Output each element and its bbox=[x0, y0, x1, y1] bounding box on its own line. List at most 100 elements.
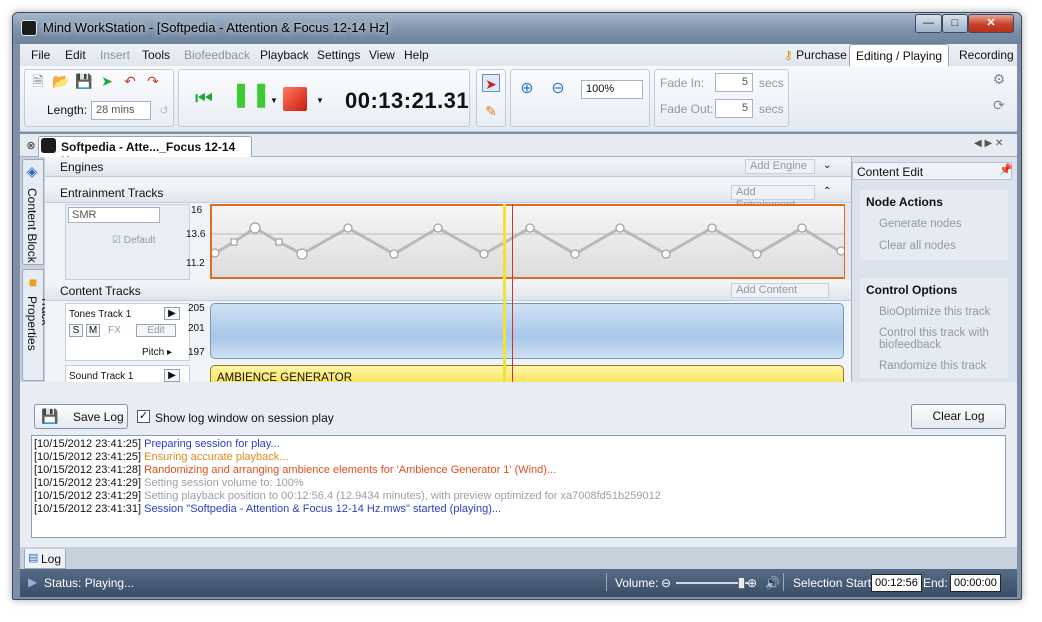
engines-title: Engines bbox=[60, 160, 104, 174]
sound-track-menu-button[interactable]: ▶ bbox=[164, 369, 180, 382]
go-icon[interactable]: ➤ bbox=[98, 72, 116, 90]
length-reset-icon[interactable]: ↺ bbox=[155, 102, 173, 120]
pause-dropdown-icon[interactable]: ▼ bbox=[265, 92, 283, 110]
log-timestamp: [10/15/2012 23:41:25] bbox=[34, 451, 145, 463]
track-editor: Engines Add Engine ⌄ Entrainment Tracks … bbox=[45, 157, 851, 382]
content-tracks-header: Content Tracks Add Content bbox=[45, 281, 851, 301]
tones-track-block[interactable] bbox=[210, 303, 844, 359]
skip-start-icon[interactable]: ⏮ bbox=[195, 89, 213, 109]
log-message: Preparing session for play... bbox=[144, 438, 280, 450]
entrainment-node-graph[interactable] bbox=[210, 204, 846, 279]
open-folder-icon[interactable]: 📂 bbox=[52, 72, 70, 90]
close-button[interactable]: ✕ bbox=[968, 14, 1014, 33]
bio-optimize-button[interactable]: BioOptimize this track bbox=[879, 306, 990, 318]
save-log-button[interactable]: 💾 Save Log bbox=[34, 404, 128, 429]
clear-log-button[interactable]: Clear Log bbox=[911, 404, 1006, 429]
tab-content-block[interactable]: ◈ Content Block bbox=[22, 159, 44, 265]
tab-scroll-arrows[interactable]: ◀ ▶ ✕ bbox=[974, 138, 1003, 149]
status-divider bbox=[606, 573, 607, 591]
tab-track-properties[interactable]: ■ Track Properties bbox=[22, 269, 53, 381]
zoom-select[interactable]: 100% bbox=[581, 80, 643, 99]
clear-all-nodes-button[interactable]: Clear all nodes bbox=[879, 240, 956, 252]
log-output[interactable]: [10/15/2012 23:41:25] Preparing session … bbox=[31, 435, 1006, 538]
smr-name-input[interactable]: SMR bbox=[68, 207, 160, 223]
fade-out-input[interactable]: 5 bbox=[715, 99, 753, 118]
stop-dropdown-icon[interactable]: ▼ bbox=[311, 92, 329, 110]
redo-icon[interactable]: ↷ bbox=[144, 72, 162, 90]
length-select[interactable]: 28 mins bbox=[91, 101, 151, 120]
add-entrainment-button[interactable]: Add Entrainment bbox=[731, 185, 815, 211]
log-line: [10/15/2012 23:41:29] Setting session vo… bbox=[34, 477, 1003, 490]
add-content-button[interactable]: Add Content bbox=[731, 283, 829, 298]
purchase-link[interactable]: ⚷ Purchase bbox=[778, 44, 853, 66]
tones-edit-button[interactable]: Edit bbox=[136, 324, 176, 337]
volume-slider-thumb[interactable] bbox=[738, 577, 745, 589]
speaker-icon[interactable]: 🔊 bbox=[765, 576, 780, 590]
menu-biofeedback[interactable]: Biofeedback bbox=[184, 48, 250, 62]
brush-tool-icon[interactable]: ✎ bbox=[482, 102, 500, 120]
save-icon[interactable]: 💾 bbox=[75, 72, 93, 90]
new-file-icon[interactable]: 🗎 bbox=[29, 72, 47, 90]
zoom-out-icon[interactable]: ⊖ bbox=[549, 80, 567, 98]
menu-playback[interactable]: Playback bbox=[260, 48, 309, 62]
file-group: 🗎 📂 💾 ➤ ↶ ↷ Length: 28 mins ↺ bbox=[24, 69, 174, 127]
log-message: Setting playback position to 00:12:56.4 … bbox=[144, 490, 661, 502]
zoom-group: ⊕ ⊖ 100% bbox=[510, 69, 650, 127]
content-tracks-title: Content Tracks bbox=[60, 284, 141, 298]
tones-track-header: Tones Track 1 ▶ S M FX Edit Pitch ▸ bbox=[65, 303, 190, 361]
maximize-button[interactable]: □ bbox=[942, 14, 968, 33]
engines-collapse-icon[interactable]: ⌄ bbox=[823, 160, 831, 171]
refresh-icon[interactable]: ⟳ bbox=[990, 96, 1008, 114]
node-actions-title: Node Actions bbox=[866, 195, 943, 209]
log-timestamp: [10/15/2012 23:41:28] bbox=[34, 464, 145, 476]
tones-fx-button[interactable]: FX bbox=[108, 325, 121, 336]
entrainment-collapse-icon[interactable]: ⌃ bbox=[823, 186, 831, 197]
menu-insert[interactable]: Insert bbox=[100, 48, 130, 62]
pitch-label[interactable]: Pitch ▸ bbox=[142, 347, 172, 358]
tab-log[interactable]: ▤ Log bbox=[24, 549, 66, 569]
menu-view[interactable]: View bbox=[369, 48, 395, 62]
fade-in-input[interactable]: 5 bbox=[715, 73, 753, 92]
zoom-in-icon[interactable]: ⊕ bbox=[518, 80, 536, 98]
ambience-generator-block[interactable]: AMBIENCE GENERATOR bbox=[210, 365, 844, 382]
menu-help[interactable]: Help bbox=[404, 48, 429, 62]
tones-mute-button[interactable]: M bbox=[86, 324, 100, 337]
node-actions-group: Node Actions Generate nodes Clear all no… bbox=[860, 190, 1008, 260]
volume-up-icon[interactable]: ⊕ bbox=[747, 576, 757, 590]
randomize-track-button[interactable]: Randomize this track bbox=[879, 360, 986, 372]
volume-slider[interactable] bbox=[676, 577, 748, 589]
menu-edit[interactable]: Edit bbox=[65, 48, 86, 62]
undo-icon[interactable]: ↶ bbox=[121, 72, 139, 90]
tab-editing-playing[interactable]: Editing / Playing bbox=[849, 44, 950, 66]
add-engine-button[interactable]: Add Engine bbox=[745, 159, 815, 174]
selection-start-field[interactable]: 00:12:56 bbox=[871, 574, 922, 592]
end-field[interactable]: 00:00:00 bbox=[950, 574, 1001, 592]
settings-gear-icon[interactable]: ⚙ bbox=[990, 70, 1008, 88]
log-line: [10/15/2012 23:41:25] Preparing session … bbox=[34, 438, 1003, 451]
default-checkbox[interactable]: ☑ Default bbox=[112, 235, 155, 246]
log-timestamp: [10/15/2012 23:41:25] bbox=[34, 438, 145, 450]
pin-icon[interactable]: 📌 bbox=[999, 163, 1013, 176]
minimize-button[interactable]: — bbox=[915, 14, 942, 33]
status-icon: ▶ bbox=[28, 575, 38, 589]
pause-icon[interactable]: ❚❚ bbox=[231, 83, 271, 112]
tones-solo-button[interactable]: S bbox=[69, 324, 83, 337]
control-biofeedback-button-line2[interactable]: biofeedback bbox=[879, 339, 941, 351]
show-log-checkbox[interactable]: ✓ bbox=[137, 410, 150, 423]
selection-marker[interactable] bbox=[512, 204, 513, 382]
tones-track-menu-button[interactable]: ▶ bbox=[164, 307, 180, 320]
document-tab[interactable]: Softpedia - Atte..._Focus 12-14 Hz bbox=[38, 136, 252, 168]
menu-file[interactable]: File bbox=[31, 48, 50, 62]
entrainment-header: Entrainment Tracks Add Entrainment ⌃ bbox=[45, 183, 851, 211]
playhead-marker[interactable] bbox=[503, 204, 506, 382]
menu-tools[interactable]: Tools bbox=[142, 48, 170, 62]
node-graph-svg[interactable] bbox=[210, 206, 846, 277]
stop-icon[interactable] bbox=[283, 87, 307, 111]
volume-down-icon[interactable]: ⊖ bbox=[661, 576, 671, 590]
control-biofeedback-button[interactable]: Control this track with bbox=[879, 327, 989, 339]
menu-settings[interactable]: Settings bbox=[317, 48, 360, 62]
pointer-tool-icon[interactable]: ➤ bbox=[482, 74, 500, 92]
generate-nodes-button[interactable]: Generate nodes bbox=[879, 218, 961, 230]
tab-recording[interactable]: Recording bbox=[953, 44, 1020, 66]
title-bar[interactable]: Mind WorkStation - [Softpedia - Attentio… bbox=[13, 13, 1021, 44]
